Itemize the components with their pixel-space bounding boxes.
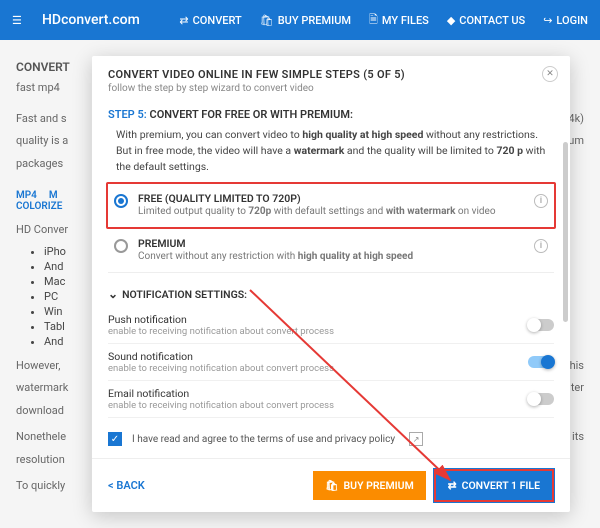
- info-icon[interactable]: i: [534, 194, 548, 208]
- agree-checkbox[interactable]: ✓: [108, 432, 122, 446]
- notif-push: Push notificationenable to receiving not…: [108, 307, 554, 344]
- notif-email: Email notificationenable to receiving no…: [108, 381, 554, 418]
- brand-logo[interactable]: HDconvert.com: [42, 12, 140, 28]
- external-link-icon[interactable]: ↗: [409, 432, 423, 446]
- toggle-email[interactable]: [528, 393, 554, 405]
- convert-file-button[interactable]: ⇄ CONVERT 1 FILE: [434, 469, 554, 502]
- radio-free[interactable]: [114, 194, 128, 208]
- radio-premium[interactable]: [114, 239, 128, 253]
- toggle-sound[interactable]: [528, 356, 554, 368]
- nav-files[interactable]: 🗎 MY FILES: [369, 11, 429, 30]
- notification-heading[interactable]: NOTIFICATION SETTINGS:: [108, 287, 554, 301]
- nav-convert[interactable]: ⇄ CONVERT: [179, 11, 241, 30]
- step-description: With premium, you can convert video to h…: [108, 127, 554, 182]
- nav-login[interactable]: ↪ LOGIN: [543, 11, 588, 30]
- agree-row: ✓ I have read and agree to the terms of …: [108, 432, 554, 446]
- buy-premium-button[interactable]: 🛍 BUY PREMIUM: [313, 471, 426, 500]
- toggle-push[interactable]: [528, 319, 554, 331]
- step-heading: STEP 5: CONVERT FOR FREE OR WITH PREMIUM…: [108, 108, 554, 121]
- modal-subtitle: follow the step by step wizard to conver…: [108, 83, 554, 94]
- notif-sound: Sound notificationenable to receiving no…: [108, 344, 554, 381]
- back-button[interactable]: < BACK: [108, 479, 145, 492]
- modal-title: CONVERT VIDEO ONLINE IN FEW SIMPLE STEPS…: [108, 68, 554, 81]
- convert-modal: CONVERT VIDEO ONLINE IN FEW SIMPLE STEPS…: [92, 56, 570, 512]
- hamburger-icon[interactable]: ☰: [12, 14, 30, 27]
- scrollbar[interactable]: [563, 142, 568, 322]
- close-icon[interactable]: ✕: [542, 66, 558, 82]
- info-icon[interactable]: i: [534, 239, 548, 253]
- option-free[interactable]: FREE (QUALITY LIMITED TO 720P) Limited o…: [106, 182, 556, 229]
- nav-contact[interactable]: ◆ CONTACT US: [447, 11, 525, 30]
- option-premium[interactable]: PREMIUM Convert without any restriction …: [108, 229, 554, 273]
- nav-premium[interactable]: 🛍 BUY PREMIUM: [260, 11, 351, 30]
